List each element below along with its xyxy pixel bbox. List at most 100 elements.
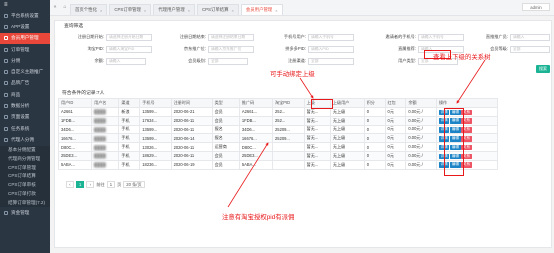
table-row: D80C... ████ 手机 13026... 2020-06-11 运营商 D80C..… (57, 142, 499, 152)
sidebar-item-label: 订单管理 (11, 46, 30, 52)
sidebar-subitem[interactable]: 代理商分佣管理 (0, 154, 50, 164)
filter-label: 直属推荐: (398, 46, 416, 51)
close-icon[interactable]: × (275, 8, 277, 13)
filter-label: 拼多多PID: (285, 46, 306, 51)
column-header: 推广码 (238, 98, 274, 108)
table-cell: 会员 (211, 107, 240, 117)
table-cell: 暂无... (303, 159, 331, 170)
annotation-relation-tree: 查看上下级的关系树 (433, 54, 491, 61)
sidebar-item[interactable]: 分佣 (0, 55, 50, 66)
tab-bar: « ⌂ 首页个性化 × CPS订单管理 × 代理用户管理 × CPS订单结算 × 会员用户管理 ×… (50, 0, 554, 16)
table-row: 1FDB... ████ 手机 17634... 2020-06-11 会员 1FDB...… (57, 115, 499, 126)
tab[interactable]: CPS订单管理 × (109, 4, 152, 15)
table-cell: ████ (91, 142, 120, 152)
filter-field: 邀请者的手机号: 请输入手机号 (376, 33, 464, 41)
table-cell: 0元 (384, 133, 407, 144)
tab[interactable]: CPS订单结算 × (196, 4, 239, 15)
theme-icon (4, 70, 8, 75)
sidebar-item[interactable]: 页面设置 (0, 112, 50, 123)
page-prev-icon[interactable]: ‹ (66, 181, 74, 188)
pagination: ‹ 1 › 前往 1 页 20 条/页 (66, 181, 145, 188)
filter-input[interactable]: 请输入PID (308, 45, 354, 53)
sidebar-item[interactable]: 数据分析 (0, 100, 50, 111)
home-icon[interactable]: ⌂ (60, 0, 70, 15)
sidebar-item-funds[interactable]: 资金管理 (0, 207, 50, 218)
table-cell[interactable]: 无上级 (329, 159, 365, 170)
filter-field: 注册渠道: 全部 (270, 57, 354, 65)
table-cell: 0 (363, 133, 386, 144)
tab[interactable]: 首页个性化 × (70, 4, 108, 15)
sidebar-item[interactable]: 自定义主题推广 (0, 66, 50, 77)
filter-input[interactable]: 全部 (510, 45, 550, 53)
filter-input[interactable]: 全部 (208, 57, 248, 65)
annotation-box-superior (311, 99, 333, 109)
sidebar-item[interactable]: APP设置 (0, 21, 50, 32)
sidebar-subitem[interactable]: CPS订单审核 (0, 180, 50, 190)
table-cell[interactable]: 无上级 (329, 107, 365, 117)
tab[interactable]: 会员用户管理 × (240, 4, 283, 15)
table-cell: ████ (91, 150, 120, 161)
table-cell[interactable]: 无上级 (329, 115, 365, 126)
table-row: 5ABA... ████ 手机 18236... 2020-06-19 会员 5ABA...… (57, 159, 499, 170)
filter-label: 京东推广位: (183, 46, 206, 51)
close-icon[interactable]: × (188, 8, 190, 13)
page-size-select[interactable]: 20 条/页 (123, 181, 145, 188)
table-cell: 0 (363, 159, 386, 170)
filter-input[interactable]: 请输入手机号 (418, 33, 464, 41)
user-name[interactable]: admin (522, 3, 550, 11)
table-row: 34D6... ████ 手机 13599... 2020-06-11 报名 34D6...… (57, 124, 499, 135)
table-cell: 暂无... (303, 124, 331, 135)
tab-label: CPS订单结算 (201, 7, 229, 12)
sidebar-subitem[interactable]: CPS订单打款 (0, 189, 50, 199)
table-cell: 0 (363, 115, 386, 126)
goto-page-input[interactable]: 1 (106, 181, 116, 188)
page-current[interactable]: 1 (76, 181, 85, 188)
table-cell: 手机 (118, 133, 141, 144)
table-cell[interactable]: 无上级 (329, 150, 365, 161)
users-icon (4, 36, 8, 41)
filter-input[interactable]: 请输入京东推广位 (208, 45, 254, 53)
close-icon[interactable]: × (232, 8, 234, 13)
blurred-username: ████ (94, 118, 106, 124)
table-cell: 会员 (211, 150, 240, 161)
task-icon (4, 126, 8, 131)
filter-input[interactable]: 请输入 (510, 33, 550, 41)
table-cell: ████ (91, 133, 120, 144)
close-icon[interactable]: × (144, 8, 146, 13)
table-caption: 符合条件的记录:7人 (62, 91, 105, 96)
filter-input[interactable]: 全部 (308, 57, 354, 65)
table-cell[interactable]: 无上级 (329, 124, 365, 135)
filter-input[interactable]: 请输入手机号 (308, 33, 354, 41)
filter-input[interactable]: 请选择注册结束日期 (208, 33, 254, 41)
table-cell: A2661... (238, 107, 274, 117)
filter-input[interactable]: 请输入淘宝PID (106, 45, 152, 53)
filter-label: 直推推广员: (485, 34, 508, 39)
sidebar-item[interactable]: 订单管理 (0, 44, 50, 55)
page-next-icon[interactable]: › (86, 181, 95, 188)
sidebar: ≡ 平台系统设置 APP设置 会员用户管理 订单管理 分佣 自定义主题推广 品牌广告 商品 数据… (0, 0, 50, 253)
table-cell[interactable]: 无上级 (329, 133, 365, 144)
filter-input[interactable]: 请选择注册开始日期 (106, 33, 152, 41)
table-cell[interactable]: 无上级 (329, 142, 365, 152)
sidebar-subitem[interactable]: CPS订单结算 (0, 171, 50, 181)
sidebar-item-label: APP设置 (11, 23, 30, 29)
order-icon (4, 47, 8, 52)
table-cell: 0.00元 / (405, 133, 437, 144)
sidebar-item[interactable]: 会员用户管理 (0, 32, 50, 44)
tab[interactable]: 代理用户管理 × (153, 4, 195, 15)
annotation-bind-superior: 可手动绑定上级 (270, 71, 315, 78)
sidebar-item[interactable]: 商品 (0, 89, 50, 100)
filter-field: 手机号用户: 请输入手机号 (270, 33, 354, 41)
sidebar-item[interactable]: 任务系统 (0, 123, 50, 134)
sidebar-subitem[interactable]: 基本分佣配置 (0, 145, 50, 155)
sidebar-subitem[interactable]: CPS订单管理 (0, 163, 50, 172)
close-icon[interactable]: × (100, 8, 102, 13)
sidebar-item[interactable]: 平台系统设置 (0, 10, 50, 21)
sidebar-item[interactable]: 品牌广告 (0, 78, 50, 89)
tab-prev-icon[interactable]: « (50, 0, 60, 15)
search-button[interactable]: 搜索 (536, 65, 550, 73)
table-cell: 2020-06-21 (170, 107, 213, 117)
filter-input[interactable]: 请输入 (106, 57, 146, 65)
sidebar-item[interactable]: 代理人分佣 (0, 134, 50, 145)
sidebar-subitem[interactable]: 结算订单管理(7.2) (0, 198, 50, 208)
